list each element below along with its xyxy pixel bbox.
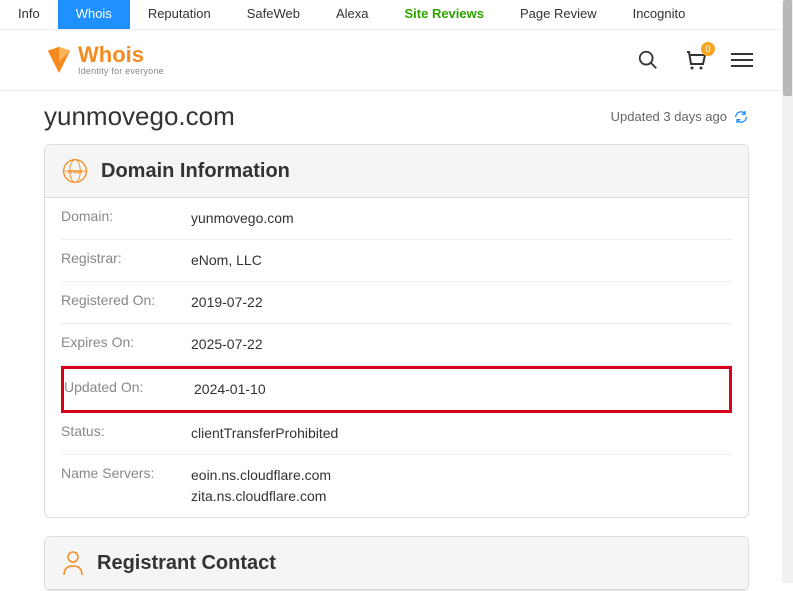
tab-incognito[interactable]: Incognito <box>615 0 704 29</box>
row-value: eoin.ns.cloudflare.comzita.ns.cloudflare… <box>191 465 331 507</box>
scrollbar-thumb[interactable] <box>783 0 792 96</box>
tab-alexa[interactable]: Alexa <box>318 0 387 29</box>
domain-info-title: Domain Information <box>101 160 290 183</box>
row-label: Registered On: <box>61 292 191 308</box>
cart-badge: 0 <box>701 42 715 56</box>
title-bar: yunmovego.com Updated 3 days ago <box>44 101 749 132</box>
globe-www-icon: www <box>61 157 89 185</box>
row-label: Domain: <box>61 208 191 224</box>
tab-safeweb[interactable]: SafeWeb <box>229 0 318 29</box>
whois-logo-icon <box>44 45 74 75</box>
table-row: Expires On:2025-07-22 <box>61 324 732 366</box>
row-label: Expires On: <box>61 334 191 350</box>
refresh-icon <box>733 109 749 125</box>
search-icon <box>637 49 659 71</box>
row-value: eNom, LLC <box>191 250 262 271</box>
updated-text: Updated 3 days ago <box>611 109 727 124</box>
tab-reputation[interactable]: Reputation <box>130 0 229 29</box>
domain-info-panel: www Domain Information Domain:yunmovego.… <box>44 144 749 518</box>
logo[interactable]: Whois Identity for everyone <box>44 44 164 76</box>
row-label: Name Servers: <box>61 465 191 481</box>
logo-text: Whois <box>78 44 164 66</box>
row-label: Updated On: <box>64 379 194 395</box>
row-value: 2025-07-22 <box>191 334 263 355</box>
table-row: Domain:yunmovego.com <box>61 198 732 240</box>
updated-indicator[interactable]: Updated 3 days ago <box>611 109 749 125</box>
row-value: 2024-01-10 <box>194 379 266 400</box>
top-navigation: InfoWhoisReputationSafeWebAlexaSite Revi… <box>0 0 793 30</box>
tab-site-reviews[interactable]: Site Reviews <box>386 0 502 29</box>
tab-page-review[interactable]: Page Review <box>502 0 615 29</box>
svg-text:www: www <box>67 169 83 176</box>
scrollbar-track[interactable] <box>782 0 793 583</box>
table-row: Updated On:2024-01-10 <box>61 366 732 413</box>
row-value: yunmovego.com <box>191 208 294 229</box>
tab-whois[interactable]: Whois <box>58 0 130 29</box>
cart-button[interactable]: 0 <box>683 48 707 72</box>
person-icon <box>61 549 85 577</box>
search-button[interactable] <box>637 49 659 71</box>
row-value: 2019-07-22 <box>191 292 263 313</box>
row-label: Status: <box>61 423 191 439</box>
registrant-title: Registrant Contact <box>97 552 276 575</box>
table-row: Name Servers:eoin.ns.cloudflare.comzita.… <box>61 455 732 517</box>
tab-info[interactable]: Info <box>0 0 58 29</box>
menu-button[interactable] <box>731 53 753 67</box>
registrant-header: Registrant Contact <box>45 537 748 590</box>
row-label: Registrar: <box>61 250 191 266</box>
domain-info-body: Domain:yunmovego.comRegistrar:eNom, LLCR… <box>45 198 748 517</box>
header-actions: 0 <box>637 48 753 72</box>
table-row: Status:clientTransferProhibited <box>61 413 732 455</box>
site-header: Whois Identity for everyone 0 <box>0 30 793 91</box>
domain-info-header: www Domain Information <box>45 145 748 198</box>
main-content: yunmovego.com Updated 3 days ago www Dom… <box>0 91 793 591</box>
logo-subtitle: Identity for everyone <box>78 66 164 76</box>
domain-title: yunmovego.com <box>44 101 235 132</box>
table-row: Registered On:2019-07-22 <box>61 282 732 324</box>
table-row: Registrar:eNom, LLC <box>61 240 732 282</box>
row-value: clientTransferProhibited <box>191 423 338 444</box>
